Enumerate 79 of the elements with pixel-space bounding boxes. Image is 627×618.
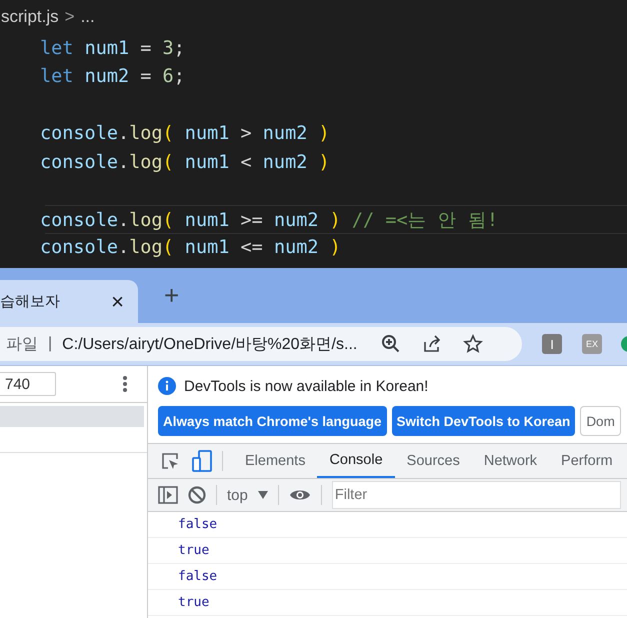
width-field[interactable]: 740 (0, 372, 56, 396)
code-function: log (129, 237, 163, 258)
code-paren: ( (162, 152, 174, 173)
device-toolbar-icon[interactable] (192, 450, 212, 472)
more-icon[interactable] (123, 376, 127, 392)
code-identifier: num1 (184, 237, 230, 258)
code-identifier: num2 (274, 237, 318, 258)
code-number: 6 (162, 66, 174, 88)
code-identifier: console (40, 210, 118, 231)
devtools-tab[interactable]: Sources (394, 444, 472, 478)
eye-icon[interactable] (288, 488, 311, 502)
breadcrumb-more[interactable]: ... (80, 7, 95, 27)
context-selector[interactable]: top (227, 486, 248, 504)
code-text: ; (174, 66, 185, 88)
zoom-icon[interactable] (381, 334, 402, 354)
console-output: false (148, 512, 627, 538)
code-identifier: console (40, 152, 118, 173)
console-output: true (148, 538, 627, 564)
code-paren: ( (162, 237, 174, 258)
extension-button[interactable]: I (542, 334, 562, 354)
devtools-tab[interactable]: Network (472, 444, 550, 478)
bookmark-star-icon[interactable] (463, 334, 484, 354)
code-identifier: num1 (84, 38, 130, 59)
share-icon[interactable] (422, 334, 442, 354)
code-keyword: let (40, 66, 74, 88)
console-output: false (148, 564, 627, 590)
code-text: . (118, 237, 130, 258)
code-function: log (129, 123, 163, 144)
tab-title: 습해보자 (0, 292, 60, 311)
code-text: . (118, 123, 130, 144)
code-identifier: console (40, 237, 118, 258)
inspect-icon[interactable] (160, 451, 180, 471)
info-icon (158, 377, 176, 395)
code-text: > (240, 123, 253, 144)
code-keyword: let (40, 38, 74, 59)
browser-tab[interactable]: 습해보자 × (0, 280, 138, 323)
code-comment: // =<는 안 됨! (350, 210, 498, 231)
code-text: >= (240, 210, 264, 231)
code-paren: ( (162, 210, 174, 231)
devtools-tab[interactable]: Elements (233, 444, 318, 478)
code-identifier: num2 (262, 152, 308, 173)
infobar-message: DevTools is now available in Korean! (184, 378, 428, 394)
code-paren: ) (317, 123, 330, 144)
code-identifier: num2 (262, 123, 308, 144)
code-number: 3 (162, 38, 174, 59)
infobar-button[interactable]: Switch DevTools to Korean (392, 406, 576, 436)
console-output: true (148, 590, 627, 616)
code-function: log (129, 210, 163, 231)
code-text: . (118, 152, 130, 173)
code-identifier: num1 (184, 210, 230, 231)
code-text: ; (174, 38, 185, 59)
code-identifier: num2 (84, 66, 130, 88)
filter-field[interactable]: Filter (332, 481, 621, 509)
code-identifier: num2 (274, 210, 318, 231)
infobar-button[interactable]: Always match Chrome's language (158, 406, 387, 436)
code-text: . (118, 210, 130, 231)
infobar-button[interactable]: Dom (580, 406, 621, 436)
devtools-tab[interactable]: Perform (549, 444, 625, 478)
extension-button[interactable]: EX (582, 334, 602, 354)
new-tab-button[interactable]: + (164, 280, 180, 311)
code-text: = (139, 66, 152, 88)
code-text: < (240, 152, 253, 173)
code-paren: ( (162, 123, 174, 144)
breadcrumb-separator: > (64, 7, 75, 27)
code-identifier: num1 (184, 152, 230, 173)
code-paren: ) (328, 210, 341, 231)
close-tab-button[interactable]: × (111, 288, 124, 314)
code-text: <= (240, 237, 264, 258)
code-function: log (129, 152, 163, 173)
code-paren: ) (317, 152, 330, 173)
clear-console-icon[interactable] (188, 486, 206, 504)
code-identifier: num1 (184, 123, 230, 144)
code-identifier: console (40, 123, 118, 144)
address-bar[interactable]: 파일 | C:/Users/airyt/OneDrive/바탕%20화면/s... (0, 327, 522, 361)
code-paren: ) (328, 237, 341, 258)
sidebar-toggle-icon[interactable] (158, 486, 178, 504)
code-text: = (139, 38, 152, 59)
breadcrumb-file[interactable]: script.js (1, 7, 59, 27)
dropdown-caret-icon[interactable] (258, 491, 268, 499)
